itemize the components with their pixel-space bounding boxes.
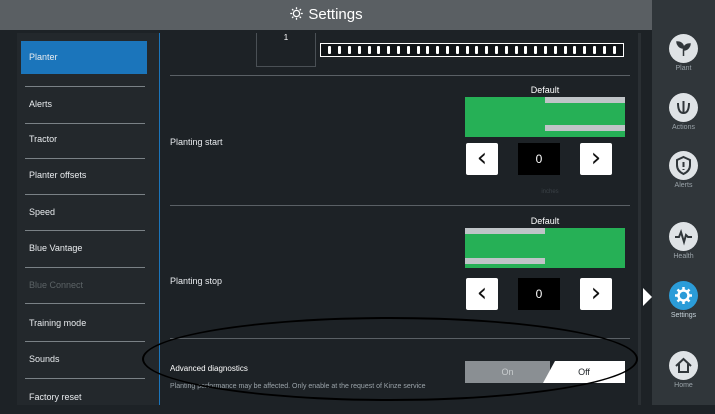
- row-unit: [514, 46, 518, 54]
- row-unit: [485, 46, 489, 54]
- row-unit: [347, 46, 351, 54]
- row-unit-strip: [320, 43, 624, 57]
- row-unit: [406, 46, 410, 54]
- planting-stop-label: Planting stop: [170, 276, 223, 286]
- row-unit: [357, 46, 361, 54]
- row-unit: [494, 46, 498, 54]
- row-unit: [338, 46, 342, 54]
- sidebar-item-tractor[interactable]: Tractor: [21, 123, 147, 156]
- row-unit: [573, 46, 577, 54]
- row-unit: [436, 46, 440, 54]
- planting-stop-default-label: Default: [530, 216, 560, 226]
- sidebar-divider: [25, 303, 145, 304]
- nav-label: Plant: [675, 65, 692, 72]
- title-bar: Settings: [0, 0, 652, 30]
- increase-button[interactable]: ›: [580, 143, 612, 175]
- highlight-annotation: [142, 317, 638, 401]
- planting-start-value: 0: [518, 143, 560, 175]
- planting-stop-value: 0: [518, 278, 560, 310]
- row-unit: [416, 46, 420, 54]
- gear-icon: [669, 281, 698, 310]
- row-unit: [543, 46, 547, 54]
- actions-icon: [669, 93, 698, 122]
- section-divider: [170, 205, 630, 206]
- sidebar-divider: [25, 267, 145, 268]
- row-unit: [426, 46, 430, 54]
- decrease-button[interactable]: ‹: [466, 143, 498, 175]
- row-unit: [475, 46, 479, 54]
- nav-home[interactable]: Home: [652, 345, 715, 403]
- row-number-cell: 1: [256, 33, 316, 67]
- page-title-text: Settings: [308, 6, 363, 23]
- sidebar-item-planter[interactable]: Planter: [21, 41, 147, 74]
- sidebar-item-training-mode[interactable]: Training mode: [21, 307, 147, 340]
- nav-settings[interactable]: Settings: [652, 275, 715, 333]
- planting-stop-diagram: [465, 228, 625, 268]
- sidebar-item-alerts[interactable]: Alerts: [21, 88, 147, 121]
- row-unit: [602, 46, 606, 54]
- planting-start-default-label: Default: [530, 85, 560, 95]
- row-unit: [396, 46, 400, 54]
- sidebar-item-planter-offsets[interactable]: Planter offsets: [21, 159, 147, 192]
- sidebar-item-blue-connect: Blue Connect: [29, 280, 84, 290]
- plant-icon: [669, 34, 698, 63]
- decrease-button[interactable]: ‹: [466, 278, 498, 310]
- nav-alerts[interactable]: Alerts: [652, 145, 715, 203]
- sidebar-divider: [25, 86, 145, 87]
- row-unit: [455, 46, 459, 54]
- home-icon: [669, 351, 698, 380]
- right-nav: Plant Actions Alerts Health Settings Hom…: [652, 0, 715, 405]
- nav-label: Home: [674, 382, 693, 389]
- nav-plant[interactable]: Plant: [652, 28, 715, 86]
- alert-shield-icon: [669, 151, 698, 180]
- row-unit: [367, 46, 371, 54]
- sidebar-divider: [25, 341, 145, 342]
- diagram-bar: [465, 258, 545, 264]
- row-unit: [465, 46, 469, 54]
- sidebar-divider: [25, 230, 145, 231]
- row-unit: [445, 46, 449, 54]
- nav-label: Actions: [672, 124, 695, 131]
- row-unit: [387, 46, 391, 54]
- row-unit: [592, 46, 596, 54]
- sidebar-item-factory-reset[interactable]: Factory reset: [21, 381, 147, 414]
- row-unit: [524, 46, 528, 54]
- diagram-bar: [545, 97, 625, 103]
- diagram-bar: [465, 228, 545, 234]
- row-unit: [328, 46, 332, 54]
- row-unit: [377, 46, 381, 54]
- health-icon: [669, 222, 698, 251]
- row-unit: [563, 46, 567, 54]
- increase-button[interactable]: ›: [580, 278, 612, 310]
- row-unit: [553, 46, 557, 54]
- sidebar-item-blue-vantage[interactable]: Blue Vantage: [21, 232, 147, 265]
- row-unit: [534, 46, 538, 54]
- nav-health[interactable]: Health: [652, 216, 715, 274]
- sidebar-item-speed[interactable]: Speed: [21, 196, 147, 229]
- diagram-bar: [545, 125, 625, 131]
- settings-sidebar: Planter Alerts Tractor Planter offsets S…: [17, 33, 161, 405]
- planting-start-unit: inches: [541, 189, 559, 195]
- sidebar-divider: [25, 194, 145, 195]
- row-unit: [612, 46, 616, 54]
- sidebar-divider: [25, 378, 145, 379]
- nav-label: Alerts: [674, 182, 693, 189]
- planting-start-diagram: [465, 97, 625, 137]
- planting-start-label: Planting start: [170, 137, 223, 147]
- active-nav-pointer: [643, 288, 652, 306]
- sidebar-item-sounds[interactable]: Sounds: [21, 343, 147, 376]
- page-title: Settings: [0, 6, 652, 23]
- gear-icon: [289, 6, 304, 21]
- nav-label: Health: [673, 253, 694, 260]
- nav-label: Settings: [670, 312, 697, 319]
- nav-actions[interactable]: Actions: [652, 87, 715, 145]
- row-unit: [583, 46, 587, 54]
- row-unit: [504, 46, 508, 54]
- scrollbar[interactable]: [638, 33, 641, 405]
- section-divider: [170, 75, 630, 76]
